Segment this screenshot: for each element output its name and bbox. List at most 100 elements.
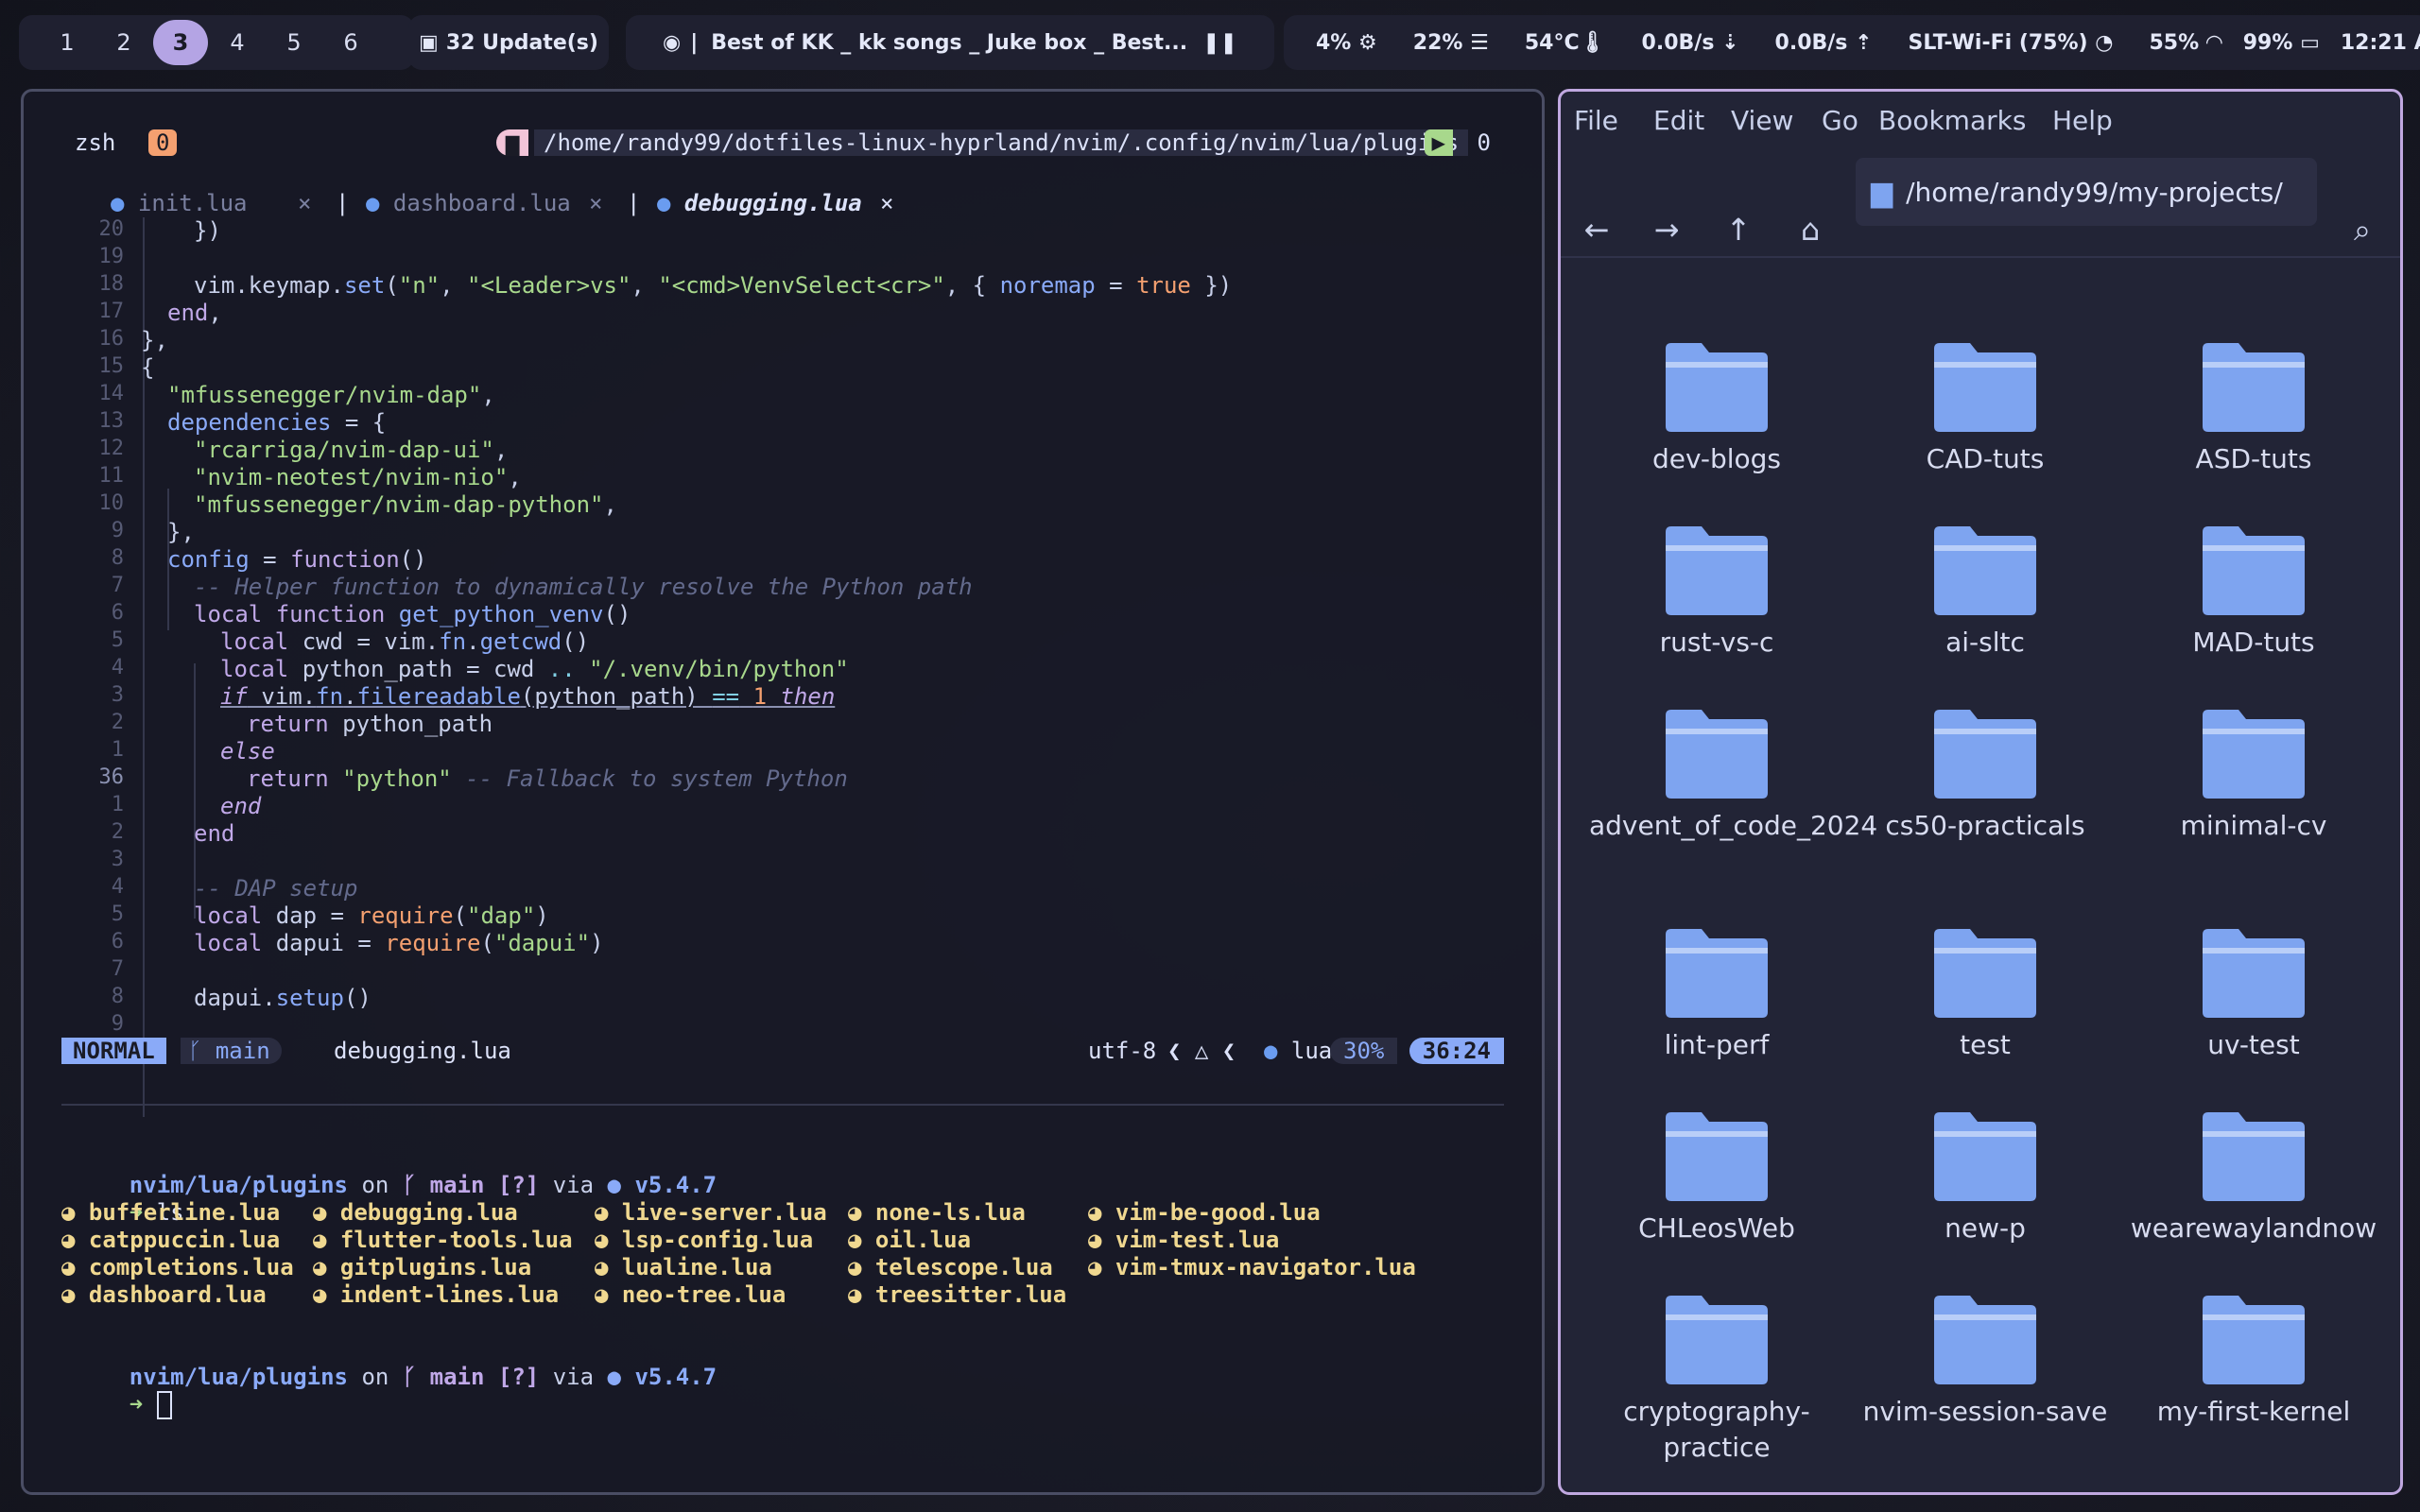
wifi-status[interactable]: SLT-Wi-Fi (75%) ◔ xyxy=(1909,31,2114,55)
code-line: local python_path = cwd .. "/.venv/bin/p… xyxy=(220,656,849,682)
folder-icon xyxy=(1666,343,1768,432)
back-arrow-icon[interactable]: ← xyxy=(1574,207,1619,252)
folder-item[interactable]: CAD-tuts xyxy=(1858,339,2113,477)
network-down: 0.0B/s ⇣ xyxy=(1641,30,1739,55)
folder-label: wearewaylandnow xyxy=(2130,1212,2377,1244)
folder-item[interactable]: rust-vs-c xyxy=(1589,523,1844,661)
folder-item[interactable]: minimal-cv xyxy=(2126,706,2381,844)
ls-file: ◕ treesitter.lua xyxy=(848,1281,1067,1308)
network-up: 0.0B/s ⇡ xyxy=(1774,30,1873,55)
menu-view[interactable]: View xyxy=(1731,105,1793,136)
folder-label: ai-sltc xyxy=(1945,627,2025,658)
ls-file: ◕ neo-tree.lua xyxy=(595,1281,786,1308)
tab-close-init[interactable]: × xyxy=(298,190,311,216)
folder-item[interactable]: cryptography-practice xyxy=(1589,1292,1844,1466)
folder-item[interactable]: wearewaylandnow xyxy=(2126,1108,2381,1246)
media-separator: | xyxy=(690,30,699,55)
ls-file: ◕ debugging.lua xyxy=(313,1199,518,1226)
linux-icon: ❮ △ ❮ xyxy=(1167,1038,1236,1064)
tab-debugging-lua[interactable]: ● debugging.lua xyxy=(657,190,862,216)
ls-file: ◕ none-ls.lua xyxy=(848,1199,1026,1226)
code-line: else xyxy=(220,738,275,765)
cursor xyxy=(156,1391,172,1419)
file-encoding: utf-8 xyxy=(1088,1038,1157,1064)
folder-item[interactable]: dev-blogs xyxy=(1589,339,1844,477)
tab-close-debugging[interactable]: × xyxy=(880,190,893,216)
folder-label: cryptography-practice xyxy=(1623,1396,1810,1463)
forward-arrow-icon[interactable]: → xyxy=(1644,207,1689,252)
thermometer-icon: 🌡 xyxy=(1579,30,1606,55)
volume-status[interactable]: 55% ◠ xyxy=(2149,31,2221,55)
package-icon: ▣ xyxy=(419,30,439,55)
cpu-icon: ⚙ xyxy=(1358,30,1377,55)
workspace-3[interactable]: 3 xyxy=(153,20,208,65)
code-line: -- DAP setup xyxy=(194,875,358,902)
folder-icon xyxy=(1934,526,2036,615)
folder-item[interactable]: new-p xyxy=(1858,1108,2113,1246)
wifi-icon: ◔ xyxy=(2095,30,2114,55)
code-editor[interactable]: }) vim.keymap.set("n", "<Leader>vs", "<c… xyxy=(24,217,1542,1125)
menu-go[interactable]: Go xyxy=(1822,105,1858,136)
folder-label: test xyxy=(1960,1029,2011,1060)
ls-file: ◕ dashboard.lua xyxy=(61,1281,267,1308)
tab-dashboard-lua[interactable]: ● dashboard.lua xyxy=(366,190,571,216)
folder-label: rust-vs-c xyxy=(1659,627,1774,658)
filetype: ● lua xyxy=(1264,1038,1333,1064)
workspace-5[interactable]: 5 xyxy=(267,20,321,65)
cpu-usage: 4% ⚙ xyxy=(1316,30,1377,55)
code-line: "mfussenegger/nvim-dap-python", xyxy=(194,491,617,518)
ls-file: ◕ catppuccin.lua xyxy=(61,1227,281,1253)
ls-file: ◕ oil.lua xyxy=(848,1227,972,1253)
menu-file[interactable]: File xyxy=(1574,105,1618,136)
branch-icon: ᚴ xyxy=(188,1038,202,1064)
workspace-6[interactable]: 6 xyxy=(323,20,378,65)
folder-item[interactable]: CHLeosWeb xyxy=(1589,1108,1844,1246)
menu-help[interactable]: Help xyxy=(2052,105,2113,136)
tmux-window-index: 0 xyxy=(148,129,178,156)
folder-icon xyxy=(2203,343,2305,432)
statusline-filename: debugging.lua xyxy=(334,1038,511,1064)
folder-item[interactable]: cs50-practicals xyxy=(1858,706,2113,844)
media-widget[interactable]: ◉ | Best of KK _ kk songs _ Juke box _ B… xyxy=(626,15,1274,70)
updates-count: 32 Update(s) xyxy=(445,30,598,55)
code-line: config = function() xyxy=(167,546,427,573)
home-icon[interactable]: ⌂ xyxy=(1788,207,1833,252)
folder-icon xyxy=(1666,710,1768,799)
tab-init-lua[interactable]: ● init.lua xyxy=(111,190,248,216)
headphones-icon: ◠ xyxy=(2205,30,2222,55)
tmux-session: zsh xyxy=(75,129,116,156)
tab-close-dashboard[interactable]: × xyxy=(589,190,602,216)
code-line: }, xyxy=(141,327,168,353)
folder-item[interactable]: uv-test xyxy=(2126,925,2381,1063)
ls-file: ◕ lsp-config.lua xyxy=(595,1227,814,1253)
folder-item[interactable]: test xyxy=(1858,925,2113,1063)
folder-item[interactable]: ai-sltc xyxy=(1858,523,2113,661)
code-line: }) xyxy=(194,217,221,244)
shell-input[interactable]: ➜ xyxy=(75,1364,1542,1447)
updates-widget[interactable]: ▣ 32 Update(s) xyxy=(408,15,609,70)
code-line: end xyxy=(220,793,262,819)
up-arrow-icon[interactable]: ↑ xyxy=(1716,207,1761,252)
temperature: 54°C🌡 xyxy=(1524,30,1606,55)
system-status: 4% ⚙ 22% ☰ 54°C🌡 0.0B/s ⇣ 0.0B/s ⇡ SLT-W… xyxy=(1284,15,2420,70)
folder-item[interactable]: my-first-kernel xyxy=(2126,1292,2381,1430)
folder-icon xyxy=(1934,1112,2036,1201)
folder-item[interactable]: nvim-session-save xyxy=(1858,1292,2113,1430)
folder-item[interactable]: advent_of_code_2024 xyxy=(1589,706,1877,844)
location-path: /home/randy99/my-projects/ xyxy=(1906,176,2283,208)
workspace-1[interactable]: 1 xyxy=(40,20,95,65)
location-bar[interactable]: ▆ /home/randy99/my-projects/ xyxy=(1856,158,2317,226)
workspace-4[interactable]: 4 xyxy=(210,20,265,65)
workspace-2[interactable]: 2 xyxy=(96,20,151,65)
search-icon[interactable]: ⌕ xyxy=(2340,207,2385,252)
terminal-window[interactable]: zsh 0 ▆ /home/randy99/dotfiles-linux-hyp… xyxy=(21,89,1545,1495)
pause-icon[interactable]: ❚❚ xyxy=(1202,31,1237,55)
menu-edit[interactable]: Edit xyxy=(1653,105,1704,136)
folder-item[interactable]: ASD-tuts xyxy=(2126,339,2381,477)
file-manager-window[interactable]: File Edit View Go Bookmarks Help ← → ↑ ⌂… xyxy=(1558,89,2403,1495)
folder-item[interactable]: MAD-tuts xyxy=(2126,523,2381,661)
menu-bookmarks[interactable]: Bookmarks xyxy=(1878,105,2026,136)
ls-file: ◕ lualine.lua xyxy=(595,1254,772,1280)
folder-item[interactable]: lint-perf xyxy=(1589,925,1844,1063)
folder-icon xyxy=(2203,710,2305,799)
